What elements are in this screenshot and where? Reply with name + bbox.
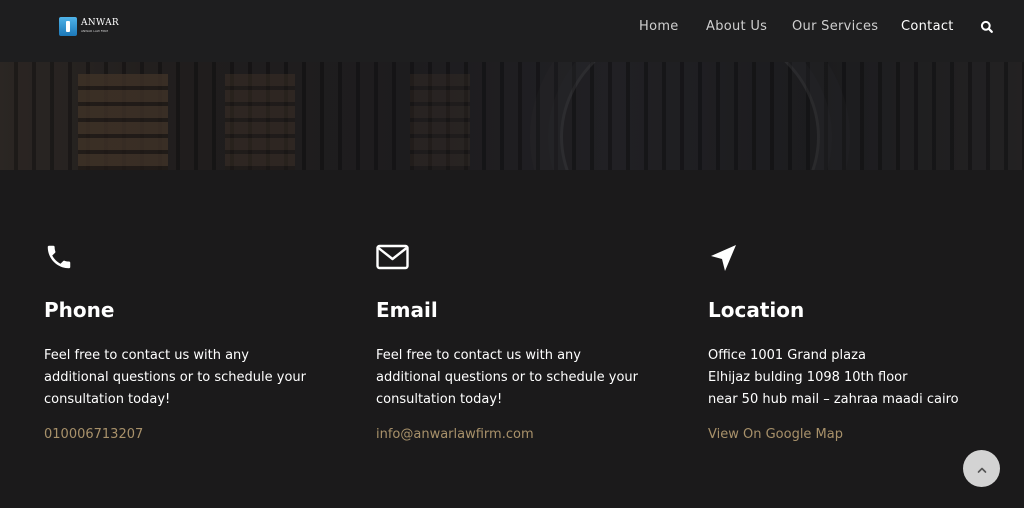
navbar: ANWAR ANWAR LAW FIRM Home About Us Our S…	[0, 0, 1024, 62]
location-address: Office 1001 Grand plaza Elhijaz bulding …	[708, 348, 959, 407]
scroll-to-top-button[interactable]	[963, 450, 1000, 487]
google-map-link[interactable]: View On Google Map	[708, 427, 843, 442]
nav-home[interactable]: Home	[639, 19, 679, 34]
phone-description: Feel free to contact us with any additio…	[44, 348, 306, 407]
envelope-icon	[376, 242, 410, 276]
phone-icon	[44, 242, 78, 276]
nav-contact[interactable]: Contact	[901, 19, 954, 34]
hero-banner-image	[0, 62, 1024, 170]
email-address-link[interactable]: info@anwarlawfirm.com	[376, 427, 534, 442]
location-title: Location	[708, 298, 805, 322]
email-title: Email	[376, 298, 438, 322]
nav-about-us[interactable]: About Us	[706, 19, 767, 34]
search-icon[interactable]	[980, 19, 994, 33]
email-description: Feel free to contact us with any additio…	[376, 348, 638, 407]
brand-name: ANWAR	[81, 18, 119, 28]
phone-number-link[interactable]: 010006713207	[44, 427, 143, 442]
location-arrow-icon	[708, 242, 742, 276]
brand-logo[interactable]: ANWAR ANWAR LAW FIRM	[59, 16, 119, 36]
phone-title: Phone	[44, 298, 115, 322]
brand-subtitle: ANWAR LAW FIRM	[81, 29, 109, 33]
logo-icon	[59, 16, 77, 36]
chevron-up-icon	[977, 459, 987, 478]
nav-our-services[interactable]: Our Services	[792, 19, 878, 34]
